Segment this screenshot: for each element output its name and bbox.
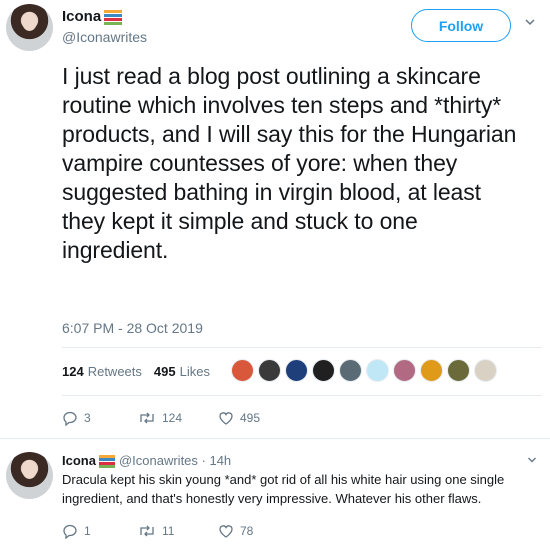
reply-button[interactable]: 3 [62, 410, 91, 426]
liker-avatar[interactable] [366, 359, 389, 382]
retweets-label: Retweets [87, 364, 142, 379]
avatar-face [22, 12, 37, 31]
reply-avatar[interactable] [6, 452, 53, 499]
retweets-count: 124 [62, 364, 84, 379]
reply-like-count: 78 [240, 524, 254, 538]
tweet-actions: 3 124 495 [62, 409, 362, 427]
liker-avatar[interactable] [393, 359, 416, 382]
reply-handle-time[interactable]: @Iconawrites · 14h [119, 453, 231, 468]
tweet-stats: 124 Retweets 495 Likes [62, 364, 222, 379]
liker-avatar[interactable] [420, 359, 443, 382]
retweet-button[interactable]: 124 [138, 410, 182, 426]
retweet-button[interactable]: 11 [138, 523, 174, 539]
author-handle[interactable]: @Iconawrites [62, 29, 147, 45]
reply-retweet-count: 11 [162, 524, 175, 538]
retweet-icon [140, 412, 154, 424]
reply-icon [63, 524, 77, 539]
like-count: 495 [240, 411, 261, 425]
liker-avatar[interactable] [258, 359, 281, 382]
liker-avatar[interactable] [447, 359, 470, 382]
liker-avatar[interactable] [312, 359, 335, 382]
liker-avatar[interactable] [474, 359, 497, 382]
author-name-row[interactable]: Icona [62, 8, 123, 25]
like-button[interactable]: 495 [218, 410, 260, 426]
retweets-stat[interactable]: 124 Retweets [62, 364, 142, 379]
likes-label: Likes [179, 364, 210, 379]
like-button[interactable]: 78 [218, 523, 253, 539]
books-emoji-icon [104, 9, 123, 25]
reply-reply-count: 1 [84, 524, 91, 538]
divider [0, 438, 550, 439]
chevron-down-icon[interactable] [527, 455, 537, 465]
divider [62, 395, 542, 396]
divider [62, 347, 542, 348]
liker-avatar[interactable] [231, 359, 254, 382]
likes-count: 495 [153, 364, 176, 379]
retweet-count: 124 [162, 411, 183, 425]
liker-avatar[interactable] [339, 359, 362, 382]
follow-button[interactable]: Follow [411, 9, 511, 42]
reply-button[interactable]: 1 [62, 523, 91, 539]
heart-icon [219, 525, 233, 538]
display-name[interactable]: Icona [62, 8, 101, 25]
reply-text: Dracula kept his skin young *and* got ri… [62, 472, 505, 506]
books-emoji-icon [98, 454, 115, 468]
retweet-icon [140, 525, 154, 537]
liker-avatar[interactable] [285, 359, 308, 382]
reply-author-row[interactable]: Icona @Iconawrites · 14h [62, 453, 231, 468]
reply-actions: 1 11 78 [62, 522, 362, 540]
tweet-text: I just read a blog post outlining a skin… [62, 63, 517, 263]
tweet-timestamp[interactable]: 6:07 PM - 28 Oct 2019 [62, 320, 203, 336]
reply-display-name[interactable]: Icona [62, 453, 96, 468]
reply-count: 3 [84, 411, 91, 425]
chevron-down-icon[interactable] [524, 16, 536, 28]
avatar-face [22, 460, 37, 479]
liker-avatars [231, 359, 501, 382]
reply-icon [63, 411, 77, 426]
avatar[interactable] [6, 4, 53, 51]
heart-icon [219, 412, 233, 425]
likes-stat[interactable]: 495 Likes [154, 364, 210, 379]
